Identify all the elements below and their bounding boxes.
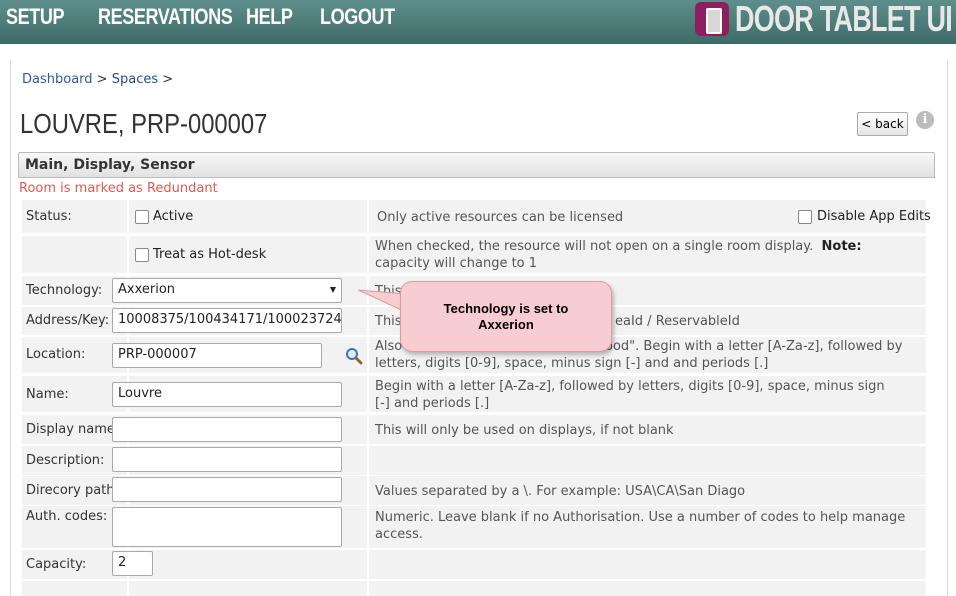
- control-cell: [129, 550, 367, 579]
- label-cell: [22, 581, 127, 596]
- page-title: LOUVRE, PRP-000007: [20, 108, 268, 139]
- row-capacity: Capacity:: [22, 550, 926, 579]
- hint-cell: [369, 550, 926, 579]
- breadcrumb: Dashboard > Spaces >: [22, 72, 173, 87]
- breadcrumb-dashboard[interactable]: Dashboard: [22, 72, 93, 87]
- status-hint: Only active resources can be licensed: [377, 210, 624, 225]
- breadcrumb-separator: >: [162, 72, 174, 87]
- brand: DOOR TABLET UI: [695, 0, 956, 39]
- hint-cell: Values separated by a \. For example: US…: [369, 476, 926, 505]
- control-cell: [129, 581, 367, 596]
- label-cell: Status:: [22, 200, 127, 233]
- breadcrumb-spaces[interactable]: Spaces: [112, 72, 158, 87]
- auth-codes-textarea[interactable]: [112, 507, 342, 547]
- hint-cell: When checked, the resource will not open…: [369, 236, 926, 273]
- directory-path-label: Direcory path:: [26, 483, 119, 498]
- back-button[interactable]: < back: [857, 112, 908, 136]
- note-label: Note:: [821, 239, 862, 254]
- hotdesk-hint-text: When checked, the resource will not open…: [375, 239, 814, 254]
- nav-setup[interactable]: SETUP: [6, 4, 65, 30]
- annotation-callout: Technology is set to Axxerion: [400, 281, 612, 352]
- auth-codes-hint: Numeric. Leave blank if no Authorisation…: [375, 510, 906, 542]
- display-name-label: Display name:: [26, 422, 120, 437]
- nav-reservations[interactable]: RESERVATIONS: [98, 4, 233, 30]
- active-label: Active: [153, 209, 194, 224]
- disable-app-edits-label: Disable App Edits: [817, 209, 931, 224]
- technology-label: Technology:: [26, 283, 103, 298]
- callout-line-2: Axxerion: [478, 317, 534, 332]
- search-icon[interactable]: [345, 347, 363, 365]
- row-partial: [22, 581, 926, 596]
- description-label: Description:: [26, 453, 105, 468]
- name-label: Name:: [26, 387, 69, 402]
- address-hint-b: eaId / ReservableId: [615, 314, 740, 329]
- hint-cell: This will only be used on displays, if n…: [369, 415, 926, 444]
- info-icon[interactable]: i: [916, 111, 934, 129]
- nav-help[interactable]: HELP: [246, 4, 293, 30]
- address-hint-a: This: [375, 314, 402, 329]
- label-cell: [22, 236, 127, 273]
- hotdesk-hint: When checked, the resource will not open…: [375, 236, 915, 272]
- top-nav-bar: SETUP RESERVATIONS HELP LOGOUT DOOR TABL…: [0, 0, 956, 44]
- door-tablet-logo-icon: [695, 2, 729, 36]
- hotdesk-label: Treat as Hot-desk: [153, 247, 267, 262]
- name-hint: Begin with a letter [A-Za-z], followed b…: [375, 379, 885, 411]
- capacity-input[interactable]: 2: [112, 551, 153, 576]
- display-name-hint: This will only be used on displays, if n…: [375, 423, 674, 438]
- hint-cell: [369, 446, 926, 475]
- address-key-input[interactable]: 10008375/100434171/100023724: [112, 308, 342, 333]
- description-input[interactable]: [112, 447, 342, 472]
- nav-logout[interactable]: LOGOUT: [320, 4, 395, 30]
- hotdesk-hint-suffix: capacity will change to 1: [375, 256, 538, 271]
- status-label: Status:: [26, 209, 72, 224]
- redundant-warning: Room is marked as Redundant: [19, 181, 218, 196]
- technology-select[interactable]: Axxerion: [112, 278, 342, 303]
- location-label: Location:: [26, 347, 86, 362]
- location-input[interactable]: PRP-000007: [112, 343, 322, 368]
- directory-path-hint: Values separated by a \. For example: US…: [375, 484, 746, 499]
- address-label: Address/Key:: [26, 313, 110, 328]
- hotdesk-checkbox[interactable]: [135, 248, 149, 262]
- breadcrumb-separator: >: [96, 72, 108, 87]
- brand-name: DOOR TABLET UI: [735, 0, 953, 39]
- name-input[interactable]: Louvre: [112, 382, 342, 407]
- callout-line-1: Technology is set to: [443, 301, 569, 316]
- hint-cell: Numeric. Leave blank if no Authorisation…: [369, 506, 926, 548]
- directory-path-input[interactable]: [112, 477, 342, 502]
- disable-app-edits-checkbox[interactable]: [798, 210, 812, 224]
- display-name-input[interactable]: [112, 417, 342, 442]
- chevron-down-icon: [330, 287, 336, 293]
- hint-cell: Begin with a letter [A-Za-z], followed b…: [369, 376, 926, 412]
- auth-codes-label: Auth. codes:: [26, 509, 108, 524]
- technology-select-value: Axxerion: [118, 282, 176, 297]
- capacity-label: Capacity:: [26, 557, 87, 572]
- hint-cell: [369, 581, 926, 596]
- main-nav: SETUP RESERVATIONS HELP LOGOUT: [6, 4, 395, 30]
- active-checkbox[interactable]: [135, 210, 149, 224]
- panel-header[interactable]: Main, Display, Sensor: [18, 152, 935, 178]
